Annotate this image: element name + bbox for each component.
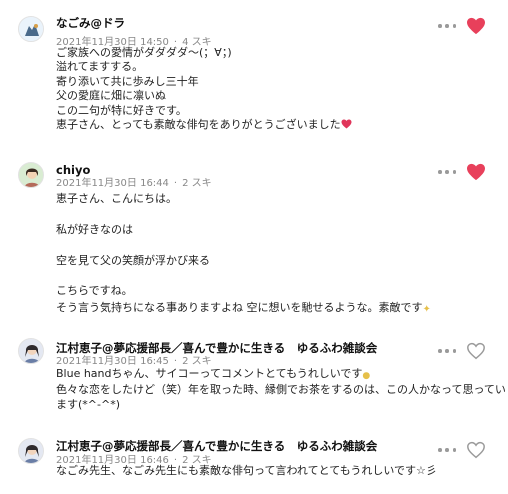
comment-line: [56, 238, 428, 252]
comment-body: Blue handちゃん、サイコーってコメントとてもうれしいです● 色々な恋をし…: [56, 367, 506, 412]
comment-line: そう言う気持ちになる事ありますよね 空に想いを馳せるような。素敵です: [56, 300, 423, 314]
comment-line: 溢れてますする。: [56, 60, 144, 74]
comment-line: [56, 269, 428, 283]
more-options-icon[interactable]: [438, 347, 456, 355]
comment-body: 恵子さん、こんにちは。 私が好きなのは 空を見て父の笑顔が浮かび来る こちらです…: [56, 191, 431, 318]
user-avatar-icon[interactable]: [18, 438, 44, 464]
comment-date: 2021年11月30日 16:44: [56, 178, 169, 189]
heart-icon[interactable]: [466, 163, 486, 181]
comment-meta: 2021年11月30日 16:44 · 2 スキ: [56, 178, 212, 189]
comment-meta: 2021年11月30日 16:45 · 2 スキ: [56, 356, 212, 367]
user-avatar-icon[interactable]: [18, 16, 44, 42]
user-avatar-icon[interactable]: [18, 338, 44, 364]
comment-line: ご家族への愛情がダダダダ～(；∀；): [56, 46, 232, 59]
comment-line-with-emoji: Blue handちゃん、サイコーってコメントとてもうれしいです●: [56, 367, 428, 383]
comment-item: なごみ@ドラ 2021年11月30日 14:50 · 4 スキ ご家族への愛情がダダ…: [0, 0, 508, 160]
comment-line: この二句が特に好きです。: [56, 103, 187, 117]
heart-icon[interactable]: [466, 342, 486, 360]
comment-line: 寄り添いて共に歩みし三十年: [56, 74, 199, 88]
heart-icon[interactable]: [466, 17, 486, 35]
comment-line: 私が好きなのは: [56, 222, 133, 236]
comment-line-with-emoji: 恵子さん、とっても素敵な俳句をありがとうございました: [56, 118, 428, 132]
heart-icon[interactable]: [466, 441, 486, 459]
sparkle-emoji-icon: ✦: [422, 303, 431, 315]
comment-body: なごみ先生、なごみ先生にも素敵な俳句って言われてとてもうれしいです☆彡: [56, 464, 437, 478]
comment-line: 父の愛庭に畑に凛いぬ: [56, 89, 166, 103]
comment-item: chiyo 2021年11月30日 16:44 · 2 スキ 恵子さん、こんにちは。…: [0, 150, 508, 320]
comment-likes-count[interactable]: 2 スキ: [182, 178, 212, 189]
comment-line: 色々な恋をしたけど（笑）年を取った時、縁側でお茶をするのは、この人かなって思って…: [56, 383, 506, 397]
comment-line: こちらですね。: [56, 284, 133, 298]
comment-date: 2021年11月30日 16:45: [56, 356, 169, 367]
comment-feed: なごみ@ドラ 2021年11月30日 14:50 · 4 スキ ご家族への愛情がダダ…: [0, 0, 508, 494]
more-options-icon[interactable]: [438, 168, 456, 176]
comment-line: ます(*^-^*): [56, 397, 120, 411]
comment-line: なごみ先生、なごみ先生にも素敵な俳句って言われてとてもうれしいです☆彡: [56, 464, 437, 477]
comment-line-with-emoji: そう言う気持ちになる事ありますよね 空に想いを馳せるような。素敵です✦: [56, 300, 431, 318]
comment-line: [56, 207, 428, 221]
smile-emoji-icon: ●: [362, 371, 371, 381]
comment-line: 空を見て父の笑顔が浮かび来る: [56, 253, 210, 267]
comment-likes-count[interactable]: 2 スキ: [182, 356, 212, 367]
comment-line: 恵子さん、とっても素敵な俳句をありがとうございました: [56, 118, 341, 132]
comment-line: Blue handちゃん、サイコーってコメントとてもうれしいです: [56, 367, 363, 380]
more-options-icon[interactable]: [438, 22, 456, 30]
comment-item: 江村恵子@夢応援部長／喜んで豊かに生きる ゆるふわ雑談会 2021年11月30日…: [0, 330, 508, 430]
comment-author[interactable]: なごみ@ドラ: [56, 15, 125, 31]
comment-body: ご家族への愛情がダダダダ～(；∀；) 溢れてますする。 寄り添いて共に歩みし三十…: [56, 46, 428, 132]
heart-emoji-icon: [341, 119, 352, 129]
user-avatar-icon[interactable]: [18, 162, 44, 188]
comment-item: 江村恵子@夢応援部長／喜んで豊かに生きる ゆるふわ雑談会 2021年11月30日…: [0, 430, 508, 494]
more-options-icon[interactable]: [438, 446, 456, 454]
comment-line: 恵子さん、こんにちは。: [56, 192, 177, 205]
